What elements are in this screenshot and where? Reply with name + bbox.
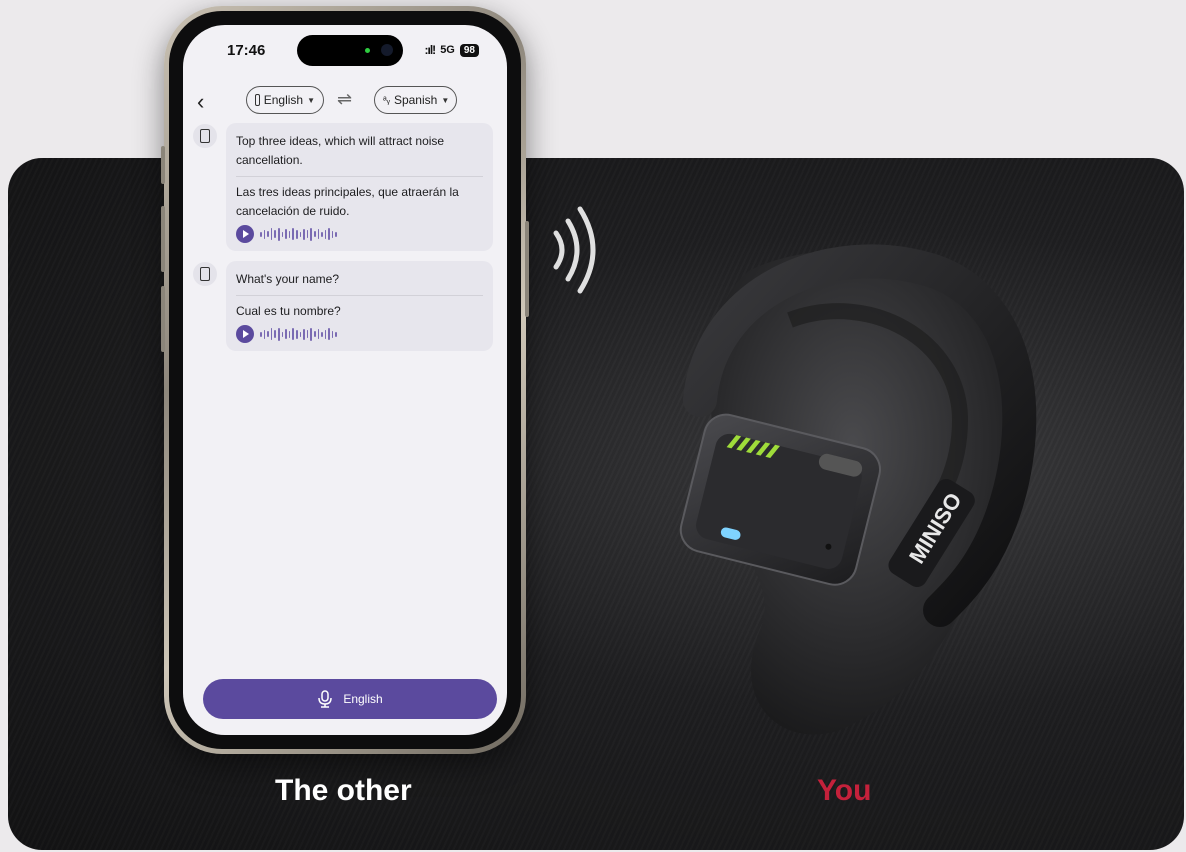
- message-bubble: Top three ideas, which will attract nois…: [226, 123, 493, 251]
- chevron-left-icon[interactable]: ‹: [197, 89, 204, 115]
- volume-button: [161, 286, 165, 352]
- phone-screen: 17:46 :ıl! 5G 98 ‹ English ▼ ⇌ ᵃᵧ Spanis…: [183, 25, 507, 735]
- source-language-label: English: [263, 93, 304, 107]
- dynamic-island: [297, 35, 403, 66]
- battery-badge: 98: [459, 43, 479, 57]
- camera-icon: [381, 44, 393, 56]
- target-language-label: Spanish: [393, 93, 438, 107]
- audio-waveform: [260, 327, 338, 341]
- phone-mockup: 17:46 :ıl! 5G 98 ‹ English ▼ ⇌ ᵃᵧ Spanis…: [161, 6, 529, 754]
- phone-icon: [193, 124, 217, 148]
- record-button[interactable]: English: [203, 679, 497, 719]
- status-indicators: :ıl! 5G 98: [425, 43, 479, 57]
- target-language-selector[interactable]: ᵃᵧ Spanish ▼: [374, 86, 457, 114]
- phone-icon: [193, 262, 217, 286]
- original-text: What's your name?: [236, 270, 483, 296]
- indicator-dot: [365, 48, 370, 53]
- original-text: Top three ideas, which will attract nois…: [236, 132, 483, 177]
- source-language-selector[interactable]: English ▼: [246, 86, 324, 114]
- swap-arrows-icon[interactable]: ⇌: [337, 89, 352, 110]
- volume-button: [161, 206, 165, 272]
- status-time: 17:46: [227, 42, 266, 59]
- power-button: [525, 221, 529, 317]
- record-button-label: English: [343, 692, 383, 706]
- play-icon[interactable]: [236, 325, 254, 343]
- caret-down-icon: ▼: [441, 95, 450, 105]
- earbud-illustration: MINISO: [679, 244, 1037, 735]
- side-button: [161, 146, 165, 184]
- sound-wave-icon: [553, 206, 596, 294]
- caret-down-icon: ▼: [307, 95, 315, 105]
- message-bubble: What's your name? Cual es tu nombre?: [226, 261, 493, 351]
- phone-bezel: 17:46 :ıl! 5G 98 ‹ English ▼ ⇌ ᵃᵧ Spanis…: [169, 11, 521, 749]
- play-icon[interactable]: [236, 225, 254, 243]
- phone-icon: [255, 94, 260, 106]
- signal-icon: :ıl!: [424, 43, 437, 57]
- network-label: 5G: [440, 44, 455, 56]
- microphone-icon: [318, 690, 333, 708]
- caption-the-other: The other: [275, 774, 412, 807]
- audio-waveform: [260, 227, 338, 241]
- translated-text: Cual es tu nombre?: [236, 304, 341, 318]
- caption-you: You: [817, 774, 872, 807]
- translated-text: Las tres ideas principales, que atraerán…: [236, 185, 459, 218]
- earbud-icon: ᵃᵧ: [383, 94, 390, 106]
